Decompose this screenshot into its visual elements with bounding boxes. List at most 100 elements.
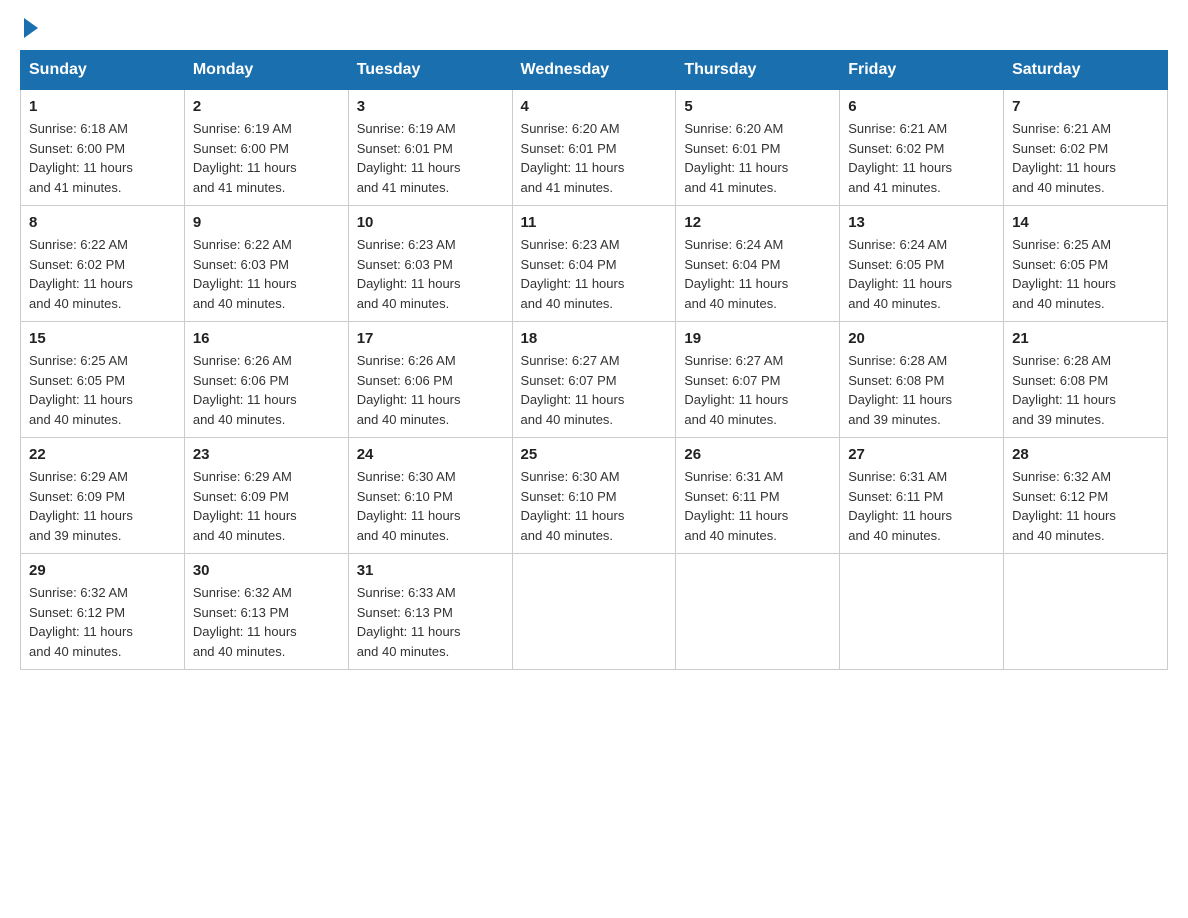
day-number: 6	[848, 98, 995, 115]
week-row-3: 15 Sunrise: 6:25 AMSunset: 6:05 PMDayligh…	[21, 322, 1168, 438]
day-number: 30	[193, 562, 340, 579]
calendar-cell: 6 Sunrise: 6:21 AMSunset: 6:02 PMDaylight…	[840, 90, 1004, 206]
day-number: 10	[357, 214, 504, 231]
calendar-cell: 1 Sunrise: 6:18 AMSunset: 6:00 PMDaylight…	[21, 90, 185, 206]
day-info: Sunrise: 6:21 AMSunset: 6:02 PMDaylight:…	[848, 119, 995, 197]
day-number: 29	[29, 562, 176, 579]
header	[20, 20, 1168, 34]
day-number: 3	[357, 98, 504, 115]
day-info: Sunrise: 6:25 AMSunset: 6:05 PMDaylight:…	[1012, 235, 1159, 313]
calendar-cell: 13 Sunrise: 6:24 AMSunset: 6:05 PMDayligh…	[840, 206, 1004, 322]
day-info: Sunrise: 6:32 AMSunset: 6:13 PMDaylight:…	[193, 583, 340, 661]
header-friday: Friday	[840, 51, 1004, 90]
day-number: 25	[521, 446, 668, 463]
calendar-cell: 31 Sunrise: 6:33 AMSunset: 6:13 PMDayligh…	[348, 554, 512, 670]
calendar-cell: 24 Sunrise: 6:30 AMSunset: 6:10 PMDayligh…	[348, 438, 512, 554]
calendar-cell: 28 Sunrise: 6:32 AMSunset: 6:12 PMDayligh…	[1004, 438, 1168, 554]
calendar-cell: 20Sunrise: 6:28 AMSunset: 6:08 PMDayligh…	[840, 322, 1004, 438]
day-info: Sunrise: 6:24 AMSunset: 6:04 PMDaylight:…	[684, 235, 831, 313]
day-number: 31	[357, 562, 504, 579]
calendar-cell: 21 Sunrise: 6:28 AMSunset: 6:08 PMDayligh…	[1004, 322, 1168, 438]
week-row-1: 1 Sunrise: 6:18 AMSunset: 6:00 PMDaylight…	[21, 90, 1168, 206]
calendar-cell: 2 Sunrise: 6:19 AMSunset: 6:00 PMDaylight…	[184, 90, 348, 206]
day-number: 17	[357, 330, 504, 347]
day-info: Sunrise: 6:25 AMSunset: 6:05 PMDaylight:…	[29, 351, 176, 429]
day-number: 1	[29, 98, 176, 115]
day-number: 7	[1012, 98, 1159, 115]
calendar-cell: 7 Sunrise: 6:21 AMSunset: 6:02 PMDaylight…	[1004, 90, 1168, 206]
header-row: SundayMondayTuesdayWednesdayThursdayFrid…	[21, 51, 1168, 90]
calendar-cell: 9Sunrise: 6:22 AMSunset: 6:03 PMDaylight…	[184, 206, 348, 322]
day-number: 21	[1012, 330, 1159, 347]
calendar-cell: 8 Sunrise: 6:22 AMSunset: 6:02 PMDaylight…	[21, 206, 185, 322]
day-info: Sunrise: 6:31 AMSunset: 6:11 PMDaylight:…	[848, 467, 995, 545]
calendar-cell: 23 Sunrise: 6:29 AMSunset: 6:09 PMDayligh…	[184, 438, 348, 554]
calendar-cell: 25 Sunrise: 6:30 AMSunset: 6:10 PMDayligh…	[512, 438, 676, 554]
calendar-cell: 19Sunrise: 6:27 AMSunset: 6:07 PMDayligh…	[676, 322, 840, 438]
calendar-cell: 4 Sunrise: 6:20 AMSunset: 6:01 PMDaylight…	[512, 90, 676, 206]
header-tuesday: Tuesday	[348, 51, 512, 90]
day-number: 24	[357, 446, 504, 463]
day-number: 23	[193, 446, 340, 463]
calendar-cell: 3 Sunrise: 6:19 AMSunset: 6:01 PMDaylight…	[348, 90, 512, 206]
calendar-cell: 30 Sunrise: 6:32 AMSunset: 6:13 PMDayligh…	[184, 554, 348, 670]
day-number: 26	[684, 446, 831, 463]
day-number: 13	[848, 214, 995, 231]
day-number: 27	[848, 446, 995, 463]
day-info: Sunrise: 6:29 AMSunset: 6:09 PMDaylight:…	[29, 467, 176, 545]
header-sunday: Sunday	[21, 51, 185, 90]
day-number: 18	[521, 330, 668, 347]
day-number: 15	[29, 330, 176, 347]
header-wednesday: Wednesday	[512, 51, 676, 90]
day-info: Sunrise: 6:26 AMSunset: 6:06 PMDaylight:…	[193, 351, 340, 429]
day-info: Sunrise: 6:22 AMSunset: 6:02 PMDaylight:…	[29, 235, 176, 313]
header-monday: Monday	[184, 51, 348, 90]
day-info: Sunrise: 6:19 AMSunset: 6:01 PMDaylight:…	[357, 119, 504, 197]
calendar-cell: 15 Sunrise: 6:25 AMSunset: 6:05 PMDayligh…	[21, 322, 185, 438]
calendar-cell: 27 Sunrise: 6:31 AMSunset: 6:11 PMDayligh…	[840, 438, 1004, 554]
day-info: Sunrise: 6:18 AMSunset: 6:00 PMDaylight:…	[29, 119, 176, 197]
calendar-cell: 14 Sunrise: 6:25 AMSunset: 6:05 PMDayligh…	[1004, 206, 1168, 322]
day-info: Sunrise: 6:31 AMSunset: 6:11 PMDaylight:…	[684, 467, 831, 545]
logo-triangle-icon	[24, 18, 38, 38]
day-info: Sunrise: 6:23 AMSunset: 6:04 PMDaylight:…	[521, 235, 668, 313]
calendar-cell: 16Sunrise: 6:26 AMSunset: 6:06 PMDayligh…	[184, 322, 348, 438]
day-info: Sunrise: 6:27 AMSunset: 6:07 PMDaylight:…	[521, 351, 668, 429]
day-info: Sunrise: 6:24 AMSunset: 6:05 PMDaylight:…	[848, 235, 995, 313]
calendar-cell: 5Sunrise: 6:20 AMSunset: 6:01 PMDaylight…	[676, 90, 840, 206]
day-info: Sunrise: 6:23 AMSunset: 6:03 PMDaylight:…	[357, 235, 504, 313]
day-number: 11	[521, 214, 668, 231]
day-info: Sunrise: 6:20 AMSunset: 6:01 PMDaylight:…	[521, 119, 668, 197]
day-info: Sunrise: 6:29 AMSunset: 6:09 PMDaylight:…	[193, 467, 340, 545]
day-number: 28	[1012, 446, 1159, 463]
calendar-cell: 26 Sunrise: 6:31 AMSunset: 6:11 PMDayligh…	[676, 438, 840, 554]
day-info: Sunrise: 6:21 AMSunset: 6:02 PMDaylight:…	[1012, 119, 1159, 197]
day-number: 19	[684, 330, 831, 347]
day-number: 14	[1012, 214, 1159, 231]
header-saturday: Saturday	[1004, 51, 1168, 90]
calendar-cell	[840, 554, 1004, 670]
day-info: Sunrise: 6:26 AMSunset: 6:06 PMDaylight:…	[357, 351, 504, 429]
day-number: 20	[848, 330, 995, 347]
day-number: 8	[29, 214, 176, 231]
calendar-cell: 18 Sunrise: 6:27 AMSunset: 6:07 PMDayligh…	[512, 322, 676, 438]
calendar-cell: 29 Sunrise: 6:32 AMSunset: 6:12 PMDayligh…	[21, 554, 185, 670]
day-number: 5	[684, 98, 831, 115]
calendar-cell: 22 Sunrise: 6:29 AMSunset: 6:09 PMDayligh…	[21, 438, 185, 554]
day-info: Sunrise: 6:30 AMSunset: 6:10 PMDaylight:…	[521, 467, 668, 545]
day-number: 2	[193, 98, 340, 115]
day-info: Sunrise: 6:22 AMSunset: 6:03 PMDaylight:…	[193, 235, 340, 313]
day-number: 22	[29, 446, 176, 463]
calendar-cell: 17 Sunrise: 6:26 AMSunset: 6:06 PMDayligh…	[348, 322, 512, 438]
day-info: Sunrise: 6:32 AMSunset: 6:12 PMDaylight:…	[1012, 467, 1159, 545]
day-info: Sunrise: 6:32 AMSunset: 6:12 PMDaylight:…	[29, 583, 176, 661]
day-number: 12	[684, 214, 831, 231]
day-info: Sunrise: 6:33 AMSunset: 6:13 PMDaylight:…	[357, 583, 504, 661]
day-number: 4	[521, 98, 668, 115]
day-info: Sunrise: 6:19 AMSunset: 6:00 PMDaylight:…	[193, 119, 340, 197]
day-info: Sunrise: 6:28 AMSunset: 6:08 PMDaylight:…	[1012, 351, 1159, 429]
week-row-4: 22 Sunrise: 6:29 AMSunset: 6:09 PMDayligh…	[21, 438, 1168, 554]
header-thursday: Thursday	[676, 51, 840, 90]
calendar-cell: 10 Sunrise: 6:23 AMSunset: 6:03 PMDayligh…	[348, 206, 512, 322]
day-info: Sunrise: 6:30 AMSunset: 6:10 PMDaylight:…	[357, 467, 504, 545]
